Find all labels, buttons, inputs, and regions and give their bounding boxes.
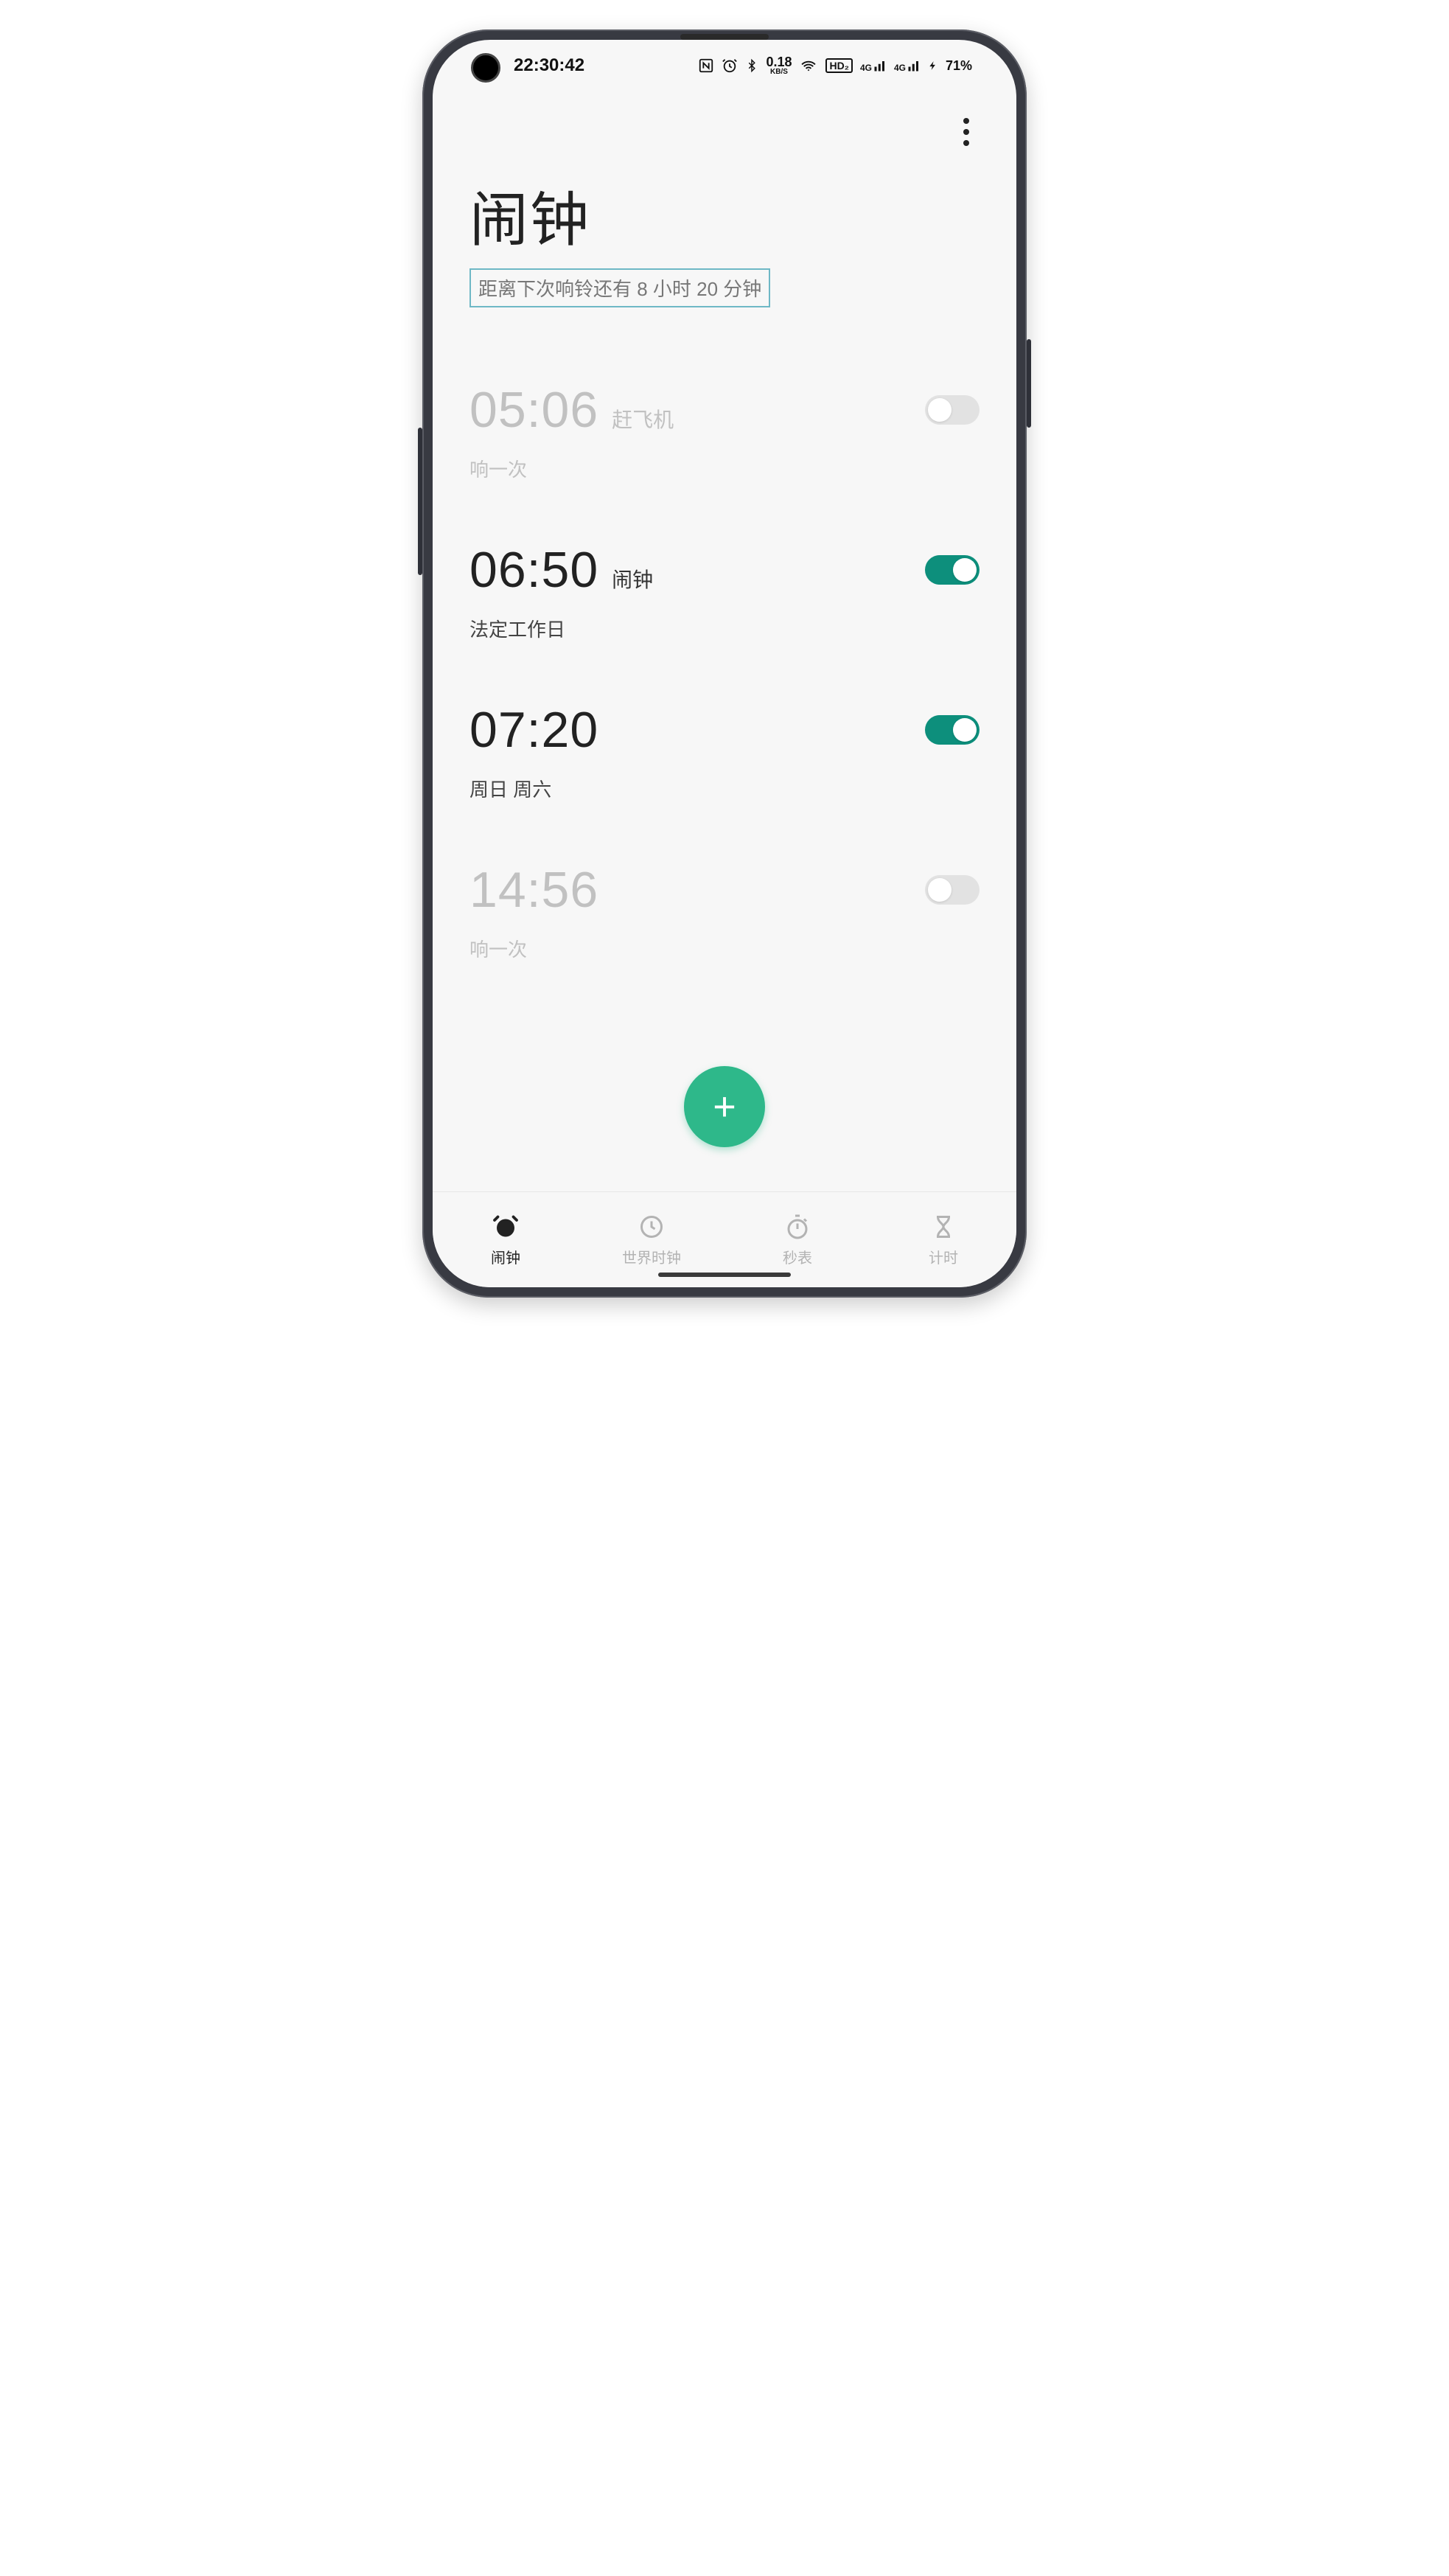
signal-1: 4G bbox=[860, 59, 887, 72]
alarm-toggle[interactable] bbox=[925, 395, 980, 425]
bluetooth-icon bbox=[745, 58, 758, 74]
alarm-time: 06:50 bbox=[469, 541, 598, 599]
clock-icon bbox=[637, 1212, 666, 1242]
phone-speaker bbox=[680, 34, 769, 40]
alarm-list: 05:06 赶飞机响一次 06:50 闹钟法定工作日 07:20 周日 周六 14:56 响一… bbox=[433, 322, 1016, 1191]
alarm-status-icon bbox=[722, 58, 738, 74]
charging-icon bbox=[928, 58, 938, 74]
toggle-knob bbox=[928, 878, 952, 902]
subtitle-time: 8 小时 20 分钟 bbox=[637, 278, 761, 300]
hourglass-icon bbox=[929, 1212, 958, 1242]
alarm-repeat: 周日 周六 bbox=[469, 775, 980, 802]
alarm-label: 赶飞机 bbox=[612, 404, 674, 434]
add-alarm-button[interactable]: + bbox=[684, 1066, 765, 1147]
nav-label: 闹钟 bbox=[491, 1246, 520, 1267]
alarm-row: 05:06 赶飞机 bbox=[469, 381, 980, 439]
page-title: 闹钟 bbox=[469, 173, 980, 258]
nav-item-hourglass[interactable]: 计时 bbox=[870, 1192, 1016, 1287]
alarm-left: 14:56 bbox=[469, 861, 598, 919]
battery-percent: 71% bbox=[946, 59, 972, 72]
toggle-knob bbox=[953, 718, 977, 742]
stopwatch-icon bbox=[783, 1212, 812, 1242]
app-bar bbox=[433, 91, 1016, 173]
alarm-item[interactable]: 14:56 响一次 bbox=[469, 832, 980, 992]
overflow-menu-button[interactable] bbox=[949, 114, 984, 150]
alarm-time: 07:20 bbox=[469, 701, 598, 759]
hd-badge: HD₂ bbox=[825, 58, 852, 73]
alarm-label: 闹钟 bbox=[612, 564, 653, 593]
alarm-repeat: 法定工作日 bbox=[469, 615, 980, 642]
alarm-toggle[interactable] bbox=[925, 555, 980, 585]
alarm-time: 05:06 bbox=[469, 381, 598, 439]
signal-2: 4G bbox=[894, 59, 921, 72]
alarm-toggle[interactable] bbox=[925, 875, 980, 905]
alarm-repeat: 响一次 bbox=[469, 455, 980, 482]
toggle-knob bbox=[928, 398, 952, 422]
alarm-item[interactable]: 07:20 周日 周六 bbox=[469, 672, 980, 832]
alarm-item[interactable]: 06:50 闹钟法定工作日 bbox=[469, 512, 980, 672]
screen: 22:30:42 0.18 KB/S HD₂ 4G 4G bbox=[433, 40, 1016, 1287]
next-alarm-subtitle: 距离下次响铃还有 8 小时 20 分钟 bbox=[469, 268, 770, 307]
nfc-icon bbox=[698, 58, 714, 74]
alarm-row: 07:20 bbox=[469, 701, 980, 759]
volume-button bbox=[418, 428, 422, 575]
toggle-knob bbox=[953, 558, 977, 582]
status-bar: 22:30:42 0.18 KB/S HD₂ 4G 4G bbox=[433, 40, 1016, 91]
nav-label: 秒表 bbox=[783, 1246, 812, 1267]
alarm-toggle[interactable] bbox=[925, 715, 980, 745]
alarm-item[interactable]: 05:06 赶飞机响一次 bbox=[469, 352, 980, 512]
title-section: 闹钟 距离下次响铃还有 8 小时 20 分钟 bbox=[433, 173, 1016, 322]
nav-label: 计时 bbox=[929, 1246, 958, 1267]
front-camera bbox=[471, 53, 500, 83]
wifi-icon bbox=[799, 58, 818, 74]
signal-bars-icon bbox=[873, 59, 887, 72]
nav-item-alarm-clock[interactable]: 闹钟 bbox=[433, 1192, 579, 1287]
plus-icon: + bbox=[713, 1084, 736, 1129]
network-speed: 0.18 KB/S bbox=[766, 55, 792, 76]
alarm-time: 14:56 bbox=[469, 861, 598, 919]
alarm-left: 06:50 闹钟 bbox=[469, 541, 653, 599]
status-time: 22:30:42 bbox=[514, 55, 584, 76]
nav-label: 世界时钟 bbox=[622, 1246, 681, 1267]
home-indicator[interactable] bbox=[658, 1273, 791, 1277]
power-button bbox=[1027, 339, 1031, 428]
alarm-repeat: 响一次 bbox=[469, 935, 980, 962]
alarm-left: 07:20 bbox=[469, 701, 598, 759]
signal-bars-icon bbox=[907, 59, 921, 72]
alarm-clock-icon bbox=[491, 1212, 520, 1242]
alarm-left: 05:06 赶飞机 bbox=[469, 381, 674, 439]
status-icons: 0.18 KB/S HD₂ 4G 4G 71% bbox=[698, 55, 972, 76]
subtitle-prefix: 距离下次响铃还有 bbox=[478, 278, 632, 300]
alarm-row: 06:50 闹钟 bbox=[469, 541, 980, 599]
alarm-row: 14:56 bbox=[469, 861, 980, 919]
phone-frame: 22:30:42 0.18 KB/S HD₂ 4G 4G bbox=[422, 29, 1027, 1298]
